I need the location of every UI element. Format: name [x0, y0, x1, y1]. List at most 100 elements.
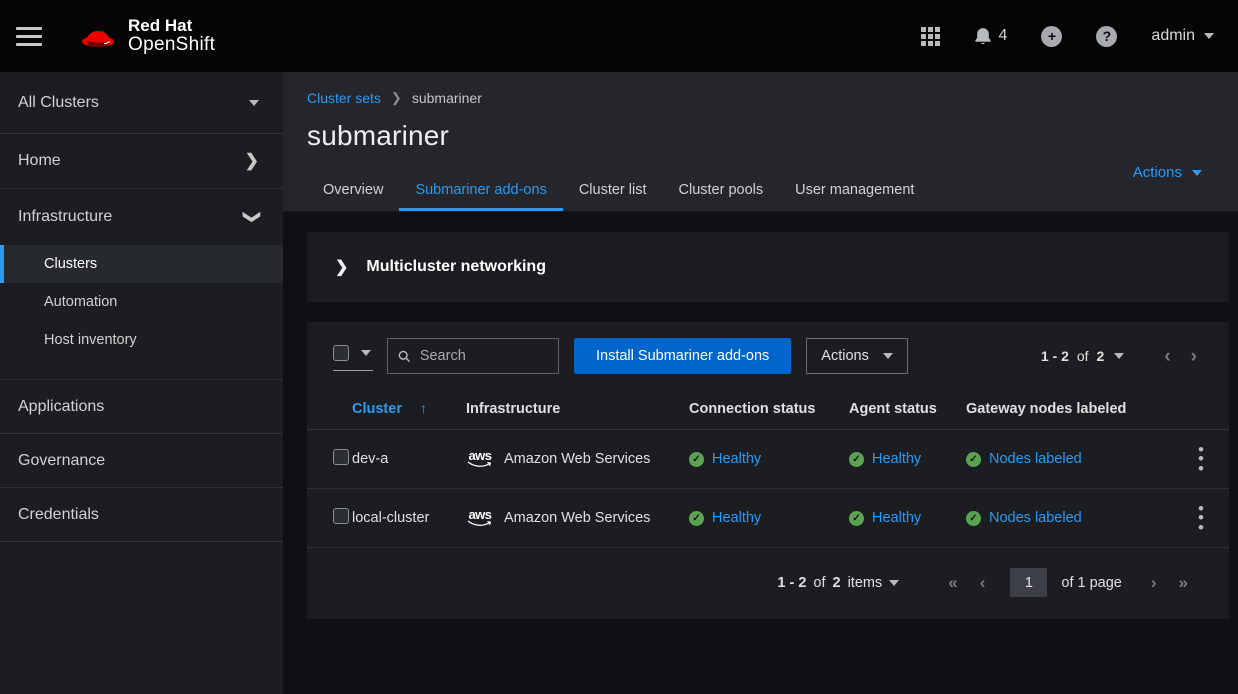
column-header-infrastructure[interactable]: Infrastructure — [466, 388, 689, 430]
aws-icon: aws — [466, 509, 494, 527]
masthead: Red Hat OpenShift 4 + ? admin — [0, 0, 1238, 72]
sidebar-item-label: Automation — [44, 294, 117, 310]
user-name: admin — [1151, 27, 1195, 45]
aws-icon: aws — [466, 450, 494, 468]
sidebar-item-credentials[interactable]: Credentials — [0, 488, 283, 542]
brand-line2: OpenShift — [128, 35, 215, 55]
sidebar-item-automation[interactable]: Automation — [0, 283, 283, 321]
pagination-of: of — [1077, 348, 1089, 364]
agent-status-link[interactable]: Healthy — [872, 510, 921, 526]
notifications-button[interactable]: 4 — [974, 27, 1008, 46]
table-header-row: Cluster↑ Infrastructure Connection statu… — [307, 388, 1229, 430]
tab-label: Cluster list — [579, 182, 647, 198]
sidebar-item-label: Governance — [18, 452, 105, 470]
create-button[interactable]: + — [1041, 26, 1062, 47]
breadcrumb-cluster-sets-link[interactable]: Cluster sets — [307, 90, 381, 106]
tab-user-management[interactable]: User management — [779, 172, 930, 211]
nav-toggle-icon[interactable] — [16, 27, 42, 46]
chevron-right-icon: ❯ — [391, 90, 402, 106]
next-page-button[interactable]: › — [1144, 573, 1164, 593]
cluster-switcher-label: All Clusters — [18, 94, 99, 112]
search-icon — [398, 349, 411, 364]
last-page-button[interactable]: » — [1172, 573, 1195, 593]
sidebar-item-host-inventory[interactable]: Host inventory — [0, 321, 283, 359]
sidebar-item-governance[interactable]: Governance — [0, 434, 283, 488]
chevron-down-icon — [883, 353, 893, 359]
success-check-icon: ✓ — [689, 511, 704, 526]
column-header-cluster[interactable]: Cluster↑ — [352, 388, 466, 430]
page-count-label: of 1 page — [1061, 575, 1121, 591]
chevron-down-icon: ❯ — [242, 210, 262, 224]
bottom-pagination: 1 - 2 of 2 items « ‹ of 1 page › » — [307, 548, 1229, 619]
pagination-range: 1 - 2 — [1041, 348, 1069, 364]
table-actions-dropdown[interactable]: Actions — [806, 338, 908, 374]
row-checkbox[interactable] — [333, 449, 349, 465]
user-menu[interactable]: admin — [1151, 27, 1214, 45]
sidebar: All Clusters Home ❯ Infrastructure ❯ Clu… — [0, 72, 283, 694]
tab-submariner-add-ons[interactable]: Submariner add-ons — [399, 172, 562, 211]
sidebar-item-clusters[interactable]: Clusters — [0, 245, 283, 283]
cluster-switcher[interactable]: All Clusters — [0, 72, 283, 134]
breadcrumb-current: submariner — [412, 90, 482, 106]
chevron-down-icon — [1192, 170, 1202, 176]
page-actions-label: Actions — [1133, 164, 1182, 181]
chevron-down-icon — [249, 100, 259, 106]
agent-status-link[interactable]: Healthy — [872, 451, 921, 467]
brand-line1: Red Hat — [128, 17, 215, 35]
tab-cluster-list[interactable]: Cluster list — [563, 172, 663, 211]
search-input[interactable] — [420, 348, 548, 364]
page-header: Cluster sets ❯ submariner submariner Ove… — [283, 72, 1238, 212]
multicluster-networking-section[interactable]: ❯ Multicluster networking — [307, 232, 1229, 302]
prev-page-button[interactable]: ‹ — [1158, 347, 1176, 366]
next-page-button[interactable]: › — [1185, 347, 1203, 366]
column-header-agent-status[interactable]: Agent status — [849, 388, 966, 430]
tab-label: Submariner add-ons — [415, 182, 546, 198]
sidebar-item-label: Home — [18, 152, 61, 170]
items-per-page-toggle[interactable]: 1 - 2 of 2 items — [777, 575, 899, 591]
page-actions-dropdown[interactable]: Actions — [1133, 164, 1202, 181]
install-submariner-button[interactable]: Install Submariner add-ons — [574, 338, 791, 374]
pagination-items-word: items — [848, 575, 883, 591]
submariner-addons-table: Cluster↑ Infrastructure Connection statu… — [307, 388, 1229, 548]
sidebar-item-infrastructure[interactable]: Infrastructure ❯ — [0, 189, 283, 245]
tab-label: Cluster pools — [679, 182, 764, 198]
row-checkbox[interactable] — [333, 508, 349, 524]
table-row: dev-a aws — [307, 430, 1229, 489]
sidebar-item-home[interactable]: Home ❯ — [0, 134, 283, 189]
pagination-total: 2 — [833, 575, 841, 591]
tab-label: Overview — [323, 182, 383, 198]
submariner-table-card: Install Submariner add-ons Actions 1 - 2… — [307, 322, 1229, 619]
sidebar-item-label: Applications — [18, 398, 104, 416]
search-box — [387, 338, 559, 374]
pagination-options-toggle[interactable] — [1114, 353, 1124, 359]
infrastructure-submenu: Clusters Automation Host inventory — [0, 245, 283, 380]
connection-status-link[interactable]: Healthy — [712, 451, 761, 467]
prev-page-button[interactable]: ‹ — [973, 573, 993, 593]
connection-status-link[interactable]: Healthy — [712, 510, 761, 526]
row-kebab-menu[interactable]: ••• — [1181, 504, 1221, 532]
chevron-down-icon — [361, 350, 371, 356]
tab-overview[interactable]: Overview — [307, 172, 399, 211]
help-button[interactable]: ? — [1096, 26, 1117, 47]
first-page-button[interactable]: « — [941, 573, 964, 593]
gateway-nodes-link[interactable]: Nodes labeled — [989, 451, 1082, 467]
current-page-input[interactable] — [1010, 568, 1047, 597]
sidebar-item-applications[interactable]: Applications — [0, 380, 283, 434]
bulk-select-dropdown[interactable] — [333, 341, 373, 371]
main-area: Cluster sets ❯ submariner submariner Ove… — [283, 72, 1238, 694]
column-header-connection-status[interactable]: Connection status — [689, 388, 849, 430]
success-check-icon: ✓ — [966, 511, 981, 526]
cluster-name: dev-a — [352, 430, 466, 489]
tab-label: User management — [795, 182, 914, 198]
row-kebab-menu[interactable]: ••• — [1181, 445, 1221, 473]
tab-bar: Overview Submariner add-ons Cluster list… — [307, 172, 930, 211]
success-check-icon: ✓ — [689, 452, 704, 467]
app-launcher-icon[interactable] — [921, 27, 940, 46]
bulk-select-checkbox[interactable] — [333, 345, 349, 361]
chevron-down-icon — [889, 580, 899, 586]
column-header-gateway-nodes[interactable]: Gateway nodes labeled — [966, 388, 1181, 430]
sidebar-item-label: Infrastructure — [18, 208, 112, 226]
gateway-nodes-link[interactable]: Nodes labeled — [989, 510, 1082, 526]
chevron-down-icon — [1204, 33, 1214, 39]
tab-cluster-pools[interactable]: Cluster pools — [663, 172, 780, 211]
